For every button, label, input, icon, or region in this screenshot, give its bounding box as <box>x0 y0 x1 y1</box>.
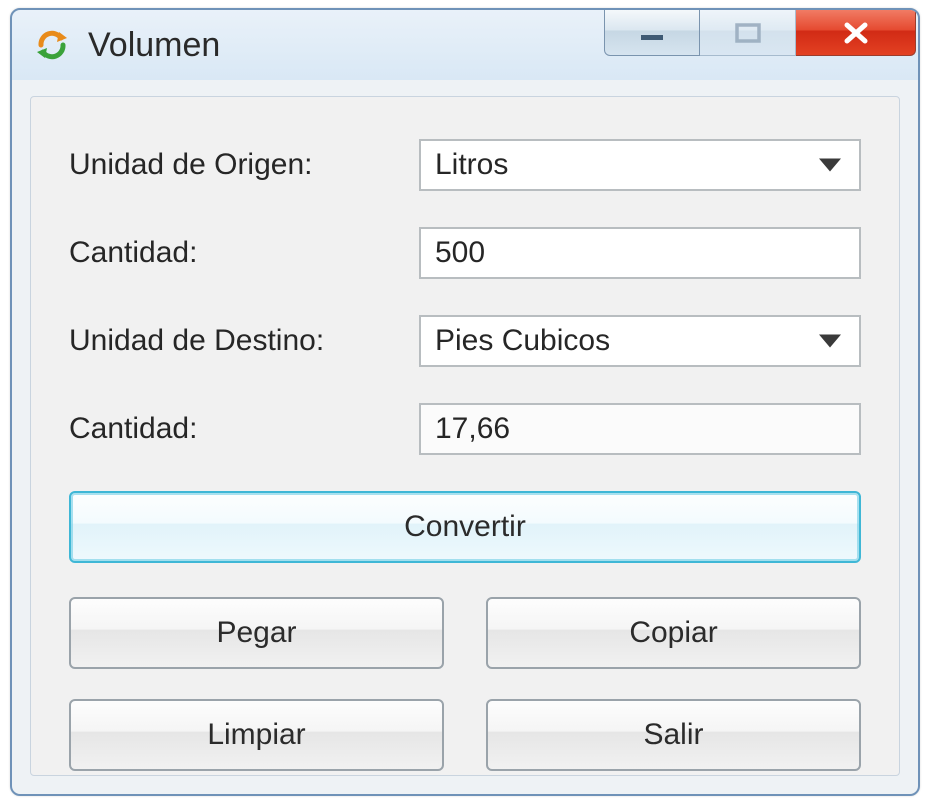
copy-button-label: Copiar <box>629 616 717 650</box>
titlebar[interactable]: Volumen <box>12 10 918 80</box>
clear-button-label: Limpiar <box>207 718 305 752</box>
window-title: Volumen <box>88 26 220 65</box>
dest-qty-label: Cantidad: <box>69 412 419 446</box>
copy-button[interactable]: Copiar <box>486 597 861 669</box>
row-origin-unit: Unidad de Origen: Litros <box>69 139 861 191</box>
origin-unit-label: Unidad de Origen: <box>69 148 419 182</box>
origin-unit-value: Litros <box>435 148 508 182</box>
paste-button[interactable]: Pegar <box>69 597 444 669</box>
clear-button[interactable]: Limpiar <box>69 699 444 771</box>
origin-qty-label: Cantidad: <box>69 236 419 270</box>
origin-qty-input[interactable]: 500 <box>419 227 861 279</box>
minimize-button[interactable] <box>604 10 700 56</box>
dest-unit-select[interactable]: Pies Cubicos <box>419 315 861 367</box>
origin-qty-value: 500 <box>435 236 485 270</box>
row-dest-qty: Cantidad: 17,66 <box>69 403 861 455</box>
convert-button-label: Convertir <box>404 510 526 544</box>
exit-button-label: Salir <box>643 718 703 752</box>
exit-button[interactable]: Salir <box>486 699 861 771</box>
paste-button-label: Pegar <box>216 616 296 650</box>
dest-unit-label: Unidad de Destino: <box>69 324 419 358</box>
app-window: Volumen Unidad de Origen: Litros <box>10 8 920 796</box>
maximize-button <box>700 10 796 56</box>
row-origin-qty: Cantidad: 500 <box>69 227 861 279</box>
convert-button[interactable]: Convertir <box>69 491 861 563</box>
window-controls <box>604 10 916 56</box>
origin-unit-select[interactable]: Litros <box>419 139 861 191</box>
action-buttons: Pegar Copiar Limpiar Salir <box>69 597 861 771</box>
close-button[interactable] <box>796 10 916 56</box>
dest-qty-value: 17,66 <box>435 412 510 446</box>
chevron-down-icon <box>819 335 841 348</box>
client-area: Unidad de Origen: Litros Cantidad: 500 U… <box>30 96 900 776</box>
dest-unit-value: Pies Cubicos <box>435 324 610 358</box>
chevron-down-icon <box>819 159 841 172</box>
dest-qty-output: 17,66 <box>419 403 861 455</box>
row-dest-unit: Unidad de Destino: Pies Cubicos <box>69 315 861 367</box>
refresh-icon <box>34 27 70 63</box>
